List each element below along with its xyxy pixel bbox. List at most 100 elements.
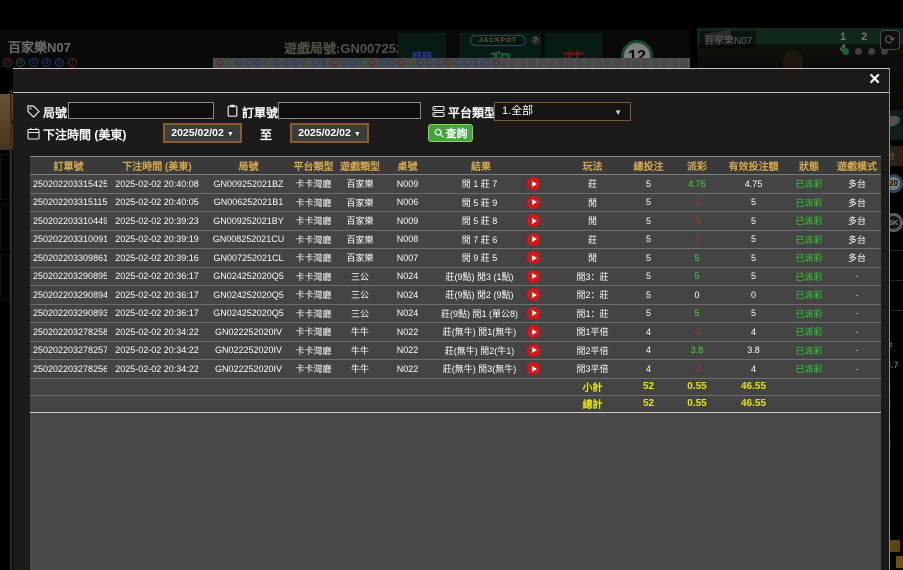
table-no-cell: N009: [383, 212, 432, 230]
round-no-cell: GN024252020Q5: [207, 305, 290, 323]
play-method-cell: 閒1：莊: [560, 305, 625, 323]
play-method-cell: 莊: [560, 175, 625, 193]
result-text: 閒 9 莊 5: [432, 251, 527, 264]
date-to-picker[interactable]: 2025/02/02▼: [290, 123, 369, 143]
table-no-cell: N024: [383, 286, 432, 304]
valid-bet-cell: 5: [722, 268, 785, 286]
close-icon[interactable]: ✕: [868, 72, 881, 88]
total-bet-cell: 5: [625, 268, 672, 286]
order-no-label: 訂單號: [242, 104, 278, 121]
platform-cell: 卡卡灣廳: [290, 342, 337, 360]
empty-cell: [207, 379, 290, 395]
summary-valid-bet: 46.55: [722, 396, 785, 412]
replay-button[interactable]: [527, 344, 540, 357]
table-no-cell: N024: [383, 268, 432, 286]
platform-cell: 卡卡灣廳: [290, 175, 337, 193]
round-no-input[interactable]: [68, 102, 214, 119]
bet-time-cell: 2025-02-02 20:39:16: [107, 249, 207, 267]
status-cell: 已派彩: [785, 360, 833, 378]
col-header: 桌號: [383, 157, 432, 174]
empty-cell: [383, 379, 432, 395]
replay-button[interactable]: [527, 288, 540, 301]
chevron-down-icon: ▼: [614, 104, 622, 121]
game-type-cell: 三公: [337, 305, 383, 323]
table-row: 2502022032908942025-02-02 20:36:17GN0242…: [30, 286, 881, 305]
order-no-cell: 250202203310449: [30, 212, 107, 230]
empty-cell: [30, 396, 107, 412]
result-text: 閒 5 莊 8: [432, 214, 527, 227]
order-no-cell: 250202203278257: [30, 342, 107, 360]
status-cell: 已派彩: [785, 342, 833, 360]
date-from-picker[interactable]: 2025/02/02▼: [163, 123, 242, 143]
play-method-cell: 閒2：莊: [560, 286, 625, 304]
table-no-cell: N009: [383, 175, 432, 193]
replay-button[interactable]: [527, 196, 540, 209]
replay-button[interactable]: [527, 307, 540, 320]
result-text: 閒 5 莊 9: [432, 196, 527, 209]
result-cell: 莊(無牛) 閒2(牛1): [432, 342, 560, 360]
mode-cell: 多台: [833, 175, 881, 193]
payout-cell: -5: [672, 231, 722, 249]
search-button[interactable]: 查詢: [428, 124, 473, 142]
empty-cell: [785, 379, 833, 395]
table-no-cell: N007: [383, 249, 432, 267]
platform-cell: 卡卡灣廳: [290, 305, 337, 323]
bet-time-cell: 2025-02-02 20:36:17: [107, 268, 207, 286]
replay-button[interactable]: [527, 233, 540, 246]
order-no-cell: 250202203315115: [30, 194, 107, 212]
result-cell: 莊(9點) 閒1 (單公8): [432, 305, 560, 323]
summary-payout: 0.55: [672, 396, 722, 412]
bet-time-cell: 2025-02-02 20:36:17: [107, 286, 207, 304]
game-type-cell: 牛牛: [337, 323, 383, 341]
play-icon: [532, 181, 537, 187]
play-method-cell: 閒2平倍: [560, 342, 625, 360]
col-header: 局號: [207, 157, 290, 174]
summary-total-bet: 52: [625, 379, 672, 395]
replay-button[interactable]: [527, 251, 540, 264]
valid-bet-cell: 0: [722, 286, 785, 304]
total-bet-cell: 5: [625, 194, 672, 212]
order-no-cell: 250202203278256: [30, 360, 107, 378]
game-type-cell: 百家樂: [337, 231, 383, 249]
total-bet-cell: 5: [625, 286, 672, 304]
result-text: 莊(無牛) 閒3(無牛): [432, 362, 527, 375]
calendar-icon: [27, 127, 40, 140]
table-no-cell: N022: [383, 360, 432, 378]
game-type-cell: 牛牛: [337, 360, 383, 378]
screen: 百家樂N07 遊戲局號:GN007252021CO 閒 和 莊 JACKPOT …: [0, 0, 903, 570]
replay-button[interactable]: [527, 270, 540, 283]
play-method-cell: 閒3：莊: [560, 268, 625, 286]
table-no-cell: N022: [383, 323, 432, 341]
status-cell: 已派彩: [785, 249, 833, 267]
order-no-input[interactable]: [278, 102, 421, 119]
empty-cell: [207, 396, 290, 412]
order-no-cell: 250202203315425: [30, 175, 107, 193]
platform-type-label: 平台類型: [448, 104, 496, 121]
replay-button[interactable]: [527, 362, 540, 375]
total-bet-cell: 5: [625, 249, 672, 267]
platform-cell: 卡卡灣廳: [290, 249, 337, 267]
replay-button[interactable]: [527, 325, 540, 338]
platform-type-select[interactable]: 1.全部 ▼: [494, 102, 631, 121]
table-row: 2502022033098612025-02-02 20:39:16GN0072…: [30, 249, 881, 268]
result-text: 閒 1 莊 7: [432, 177, 527, 190]
summary-total-bet: 52: [625, 396, 672, 412]
empty-cell: [290, 396, 337, 412]
empty-cell: [107, 396, 207, 412]
order-no-cell: 250202203309861: [30, 249, 107, 267]
result-cell: 閒 7 莊 6: [432, 231, 560, 249]
platform-cell: 卡卡灣廳: [290, 323, 337, 341]
play-icon: [532, 255, 537, 261]
play-icon: [532, 347, 537, 353]
play-method-cell: 閒: [560, 194, 625, 212]
bet-time-cell: 2025-02-02 20:36:17: [107, 305, 207, 323]
valid-bet-cell: 5: [722, 212, 785, 230]
bet-time-cell: 2025-02-02 20:34:22: [107, 342, 207, 360]
play-icon: [532, 310, 537, 316]
order-no-cell: 250202203278258: [30, 323, 107, 341]
replay-button[interactable]: [527, 177, 540, 190]
summary-label: 總計: [560, 396, 625, 412]
replay-button[interactable]: [527, 214, 540, 227]
col-header: 玩法: [560, 157, 625, 174]
table-row: 2502022033154252025-02-02 20:40:08GN0092…: [30, 175, 881, 194]
